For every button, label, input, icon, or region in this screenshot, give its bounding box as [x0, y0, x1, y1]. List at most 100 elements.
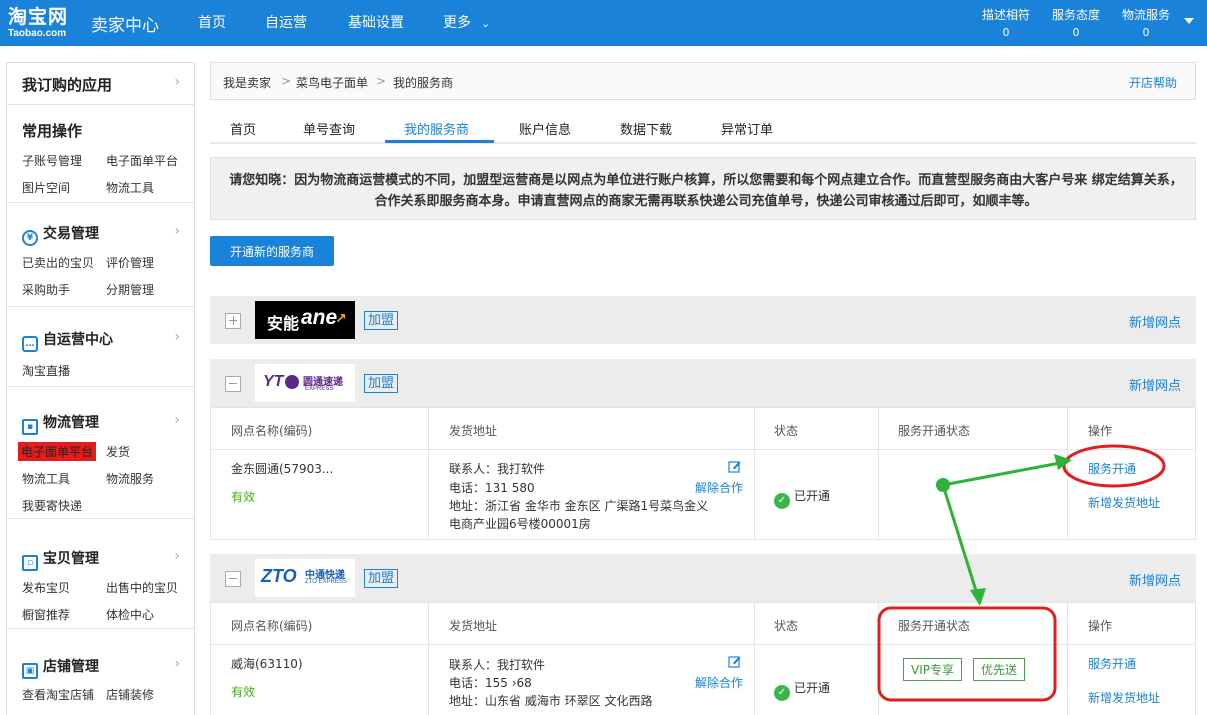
row-divider: [211, 449, 1195, 450]
collapse-icon[interactable]: [225, 571, 241, 587]
yto-logo-en: YT: [263, 373, 284, 390]
sidebar-item-send-express[interactable]: 我要寄快递: [22, 497, 82, 514]
service-open-link[interactable]: 服务开通: [1088, 460, 1136, 477]
tab-account-info[interactable]: 账户信息: [519, 119, 571, 138]
sidebar-item-reviews[interactable]: 评价管理: [106, 254, 154, 271]
breadcrumb-waybill[interactable]: 菜鸟电子面单: [296, 74, 368, 91]
expand-icon[interactable]: [225, 313, 241, 329]
collapse-icon[interactable]: [225, 376, 241, 392]
sidebar-item-showcase[interactable]: 橱窗推荐: [22, 606, 70, 623]
rating-description[interactable]: 描述相符 0: [971, 6, 1041, 39]
nav-basic-settings[interactable]: 基础设置: [348, 12, 404, 32]
tab-bar: 首页 单号查询 我的服务商 账户信息 数据下载 异常订单: [210, 112, 1196, 144]
add-ship-address-link[interactable]: 新增发货地址: [1088, 689, 1160, 706]
sidebar-goods-header[interactable]: ▫ 宝贝管理: [22, 548, 99, 571]
sidebar-item-purchase[interactable]: 采购助手: [22, 281, 70, 298]
sidebar-selfop: … 自运营中心 › 淘宝直播: [7, 307, 194, 387]
sidebar-item-decorate[interactable]: 店铺装修: [106, 686, 154, 703]
terminate-cooperation-link[interactable]: 解除合作: [695, 479, 743, 496]
sidebar-item-logistics-tools-2[interactable]: 物流工具: [22, 470, 70, 487]
sidebar-item-logistics-service[interactable]: 物流服务: [106, 470, 154, 487]
outlet-valid-status: 有效: [231, 685, 256, 699]
breadcrumb-current: 我的服务商: [393, 76, 454, 90]
taobao-logo[interactable]: 淘宝网 Taobao.com: [8, 6, 84, 40]
sidebar-shop: ▣ 店铺管理 › 查看淘宝店铺 店铺装修: [7, 629, 194, 715]
ship-address-line2: 电商产业园6号楼00001房: [449, 517, 591, 531]
sidebar-item-ship[interactable]: 发货: [106, 443, 130, 460]
open-new-provider-button[interactable]: 开通新的服务商: [210, 236, 334, 266]
contact-person: 联系人：我打软件: [449, 658, 546, 672]
sidebar-item-on-sale[interactable]: 出售中的宝贝: [106, 579, 178, 596]
sidebar-item-logistics-tools[interactable]: 物流工具: [106, 179, 154, 196]
sidebar-item-waybill-platform[interactable]: 电子面单平台: [106, 152, 178, 169]
franchise-badge[interactable]: 加盟: [364, 311, 399, 330]
tab-my-providers[interactable]: 我的服务商: [404, 119, 469, 138]
tab-abnormal-orders[interactable]: 异常订单: [721, 119, 773, 138]
nav-more-label: 更多: [443, 15, 471, 31]
chevron-right-icon: ›: [174, 74, 180, 90]
seller-center-title[interactable]: 卖家中心: [91, 11, 159, 36]
status-cell: ✓ 已开通: [774, 679, 830, 701]
sidebar-item-installment[interactable]: 分期管理: [106, 281, 154, 298]
col-service-status: 服务开通状态: [898, 424, 971, 438]
nav-more[interactable]: 更多 ⌄: [443, 12, 490, 32]
provider-header-zto: ZTO 中通快递 ZTO EXPRESS 加盟 新增网点: [210, 554, 1196, 602]
sidebar-subscribed[interactable]: 我订购的应用 ›: [7, 63, 194, 105]
service-open-link[interactable]: 服务开通: [1088, 655, 1136, 672]
sidebar-item-image-space[interactable]: 图片空间: [22, 179, 70, 196]
sidebar-selfop-header[interactable]: … 自运营中心: [22, 329, 113, 352]
add-outlet-link[interactable]: 新增网点: [1129, 312, 1181, 331]
add-outlet-link[interactable]: 新增网点: [1129, 570, 1181, 589]
ship-address-line1: 地址：山东省 威海市 环翠区 文化西路: [449, 694, 653, 708]
rating-logistics[interactable]: 物流服务 0: [1111, 6, 1181, 39]
ship-address-line1: 地址：浙江省 金华市 金东区 广渠路1号菜鸟金义: [449, 499, 709, 513]
arrow-icon: ↗: [335, 311, 347, 327]
breadcrumb-seller[interactable]: 我是卖家: [223, 74, 271, 91]
sidebar-item-health-check[interactable]: 体检中心: [106, 606, 154, 623]
sidebar-item-view-shop[interactable]: 查看淘宝店铺: [22, 686, 94, 703]
yto-logo: YT 圆通速递 EXPRESS: [255, 364, 355, 402]
col-service-status: 服务开通状态: [898, 619, 971, 633]
tab-home[interactable]: 首页: [230, 119, 256, 138]
sidebar-trade-header[interactable]: ¥ 交易管理: [22, 223, 99, 246]
edit-icon[interactable]: [728, 460, 741, 473]
rating-value: 0: [1142, 26, 1150, 39]
chevron-right-icon: ›: [174, 329, 180, 345]
tab-number-query[interactable]: 单号查询: [303, 119, 355, 138]
col-status: 状态: [774, 424, 799, 438]
yen-icon: ¥: [22, 230, 38, 246]
caret-down-icon[interactable]: [1184, 18, 1194, 24]
zto-logo-en: ZTO: [261, 566, 297, 586]
priority-tag[interactable]: 优先送: [973, 658, 1026, 681]
help-link[interactable]: 开店帮助: [1129, 74, 1177, 91]
terminate-cooperation-link[interactable]: 解除合作: [695, 674, 743, 691]
franchise-badge[interactable]: 加盟: [364, 569, 399, 588]
status-cell: ✓ 已开通: [774, 487, 830, 509]
sidebar-item-subaccount[interactable]: 子账号管理: [22, 152, 82, 169]
provider-header-ane: 安能 ane ↗ 加盟 新增网点: [210, 296, 1196, 344]
sidebar-item-live[interactable]: 淘宝直播: [22, 362, 70, 379]
column-divider: [754, 408, 755, 539]
outlet-valid-status: 有效: [231, 490, 256, 504]
col-outlet-name: 网点名称(编码): [231, 619, 313, 633]
sidebar-item-waybill-platform-active[interactable]: 电子面单平台: [18, 442, 97, 461]
contact-person: 联系人：我打软件: [449, 462, 546, 476]
active-tab-indicator: [385, 140, 494, 143]
top-bar: 淘宝网 Taobao.com 卖家中心 首页 自运营 基础设置 更多 ⌄ 描述相符…: [0, 0, 1207, 46]
vip-tag[interactable]: VIP专享: [903, 658, 962, 681]
franchise-badge[interactable]: 加盟: [364, 374, 399, 393]
sidebar-common: 常用操作 子账号管理 电子面单平台 图片空间 物流工具: [7, 105, 194, 203]
nav-home[interactable]: 首页: [198, 12, 226, 32]
sidebar-logistics-header[interactable]: ▪ 物流管理: [22, 412, 99, 435]
sidebar-item-publish[interactable]: 发布宝贝: [22, 579, 70, 596]
nav-self-operation[interactable]: 自运营: [265, 12, 307, 32]
sidebar-item-sold[interactable]: 已卖出的宝贝: [22, 254, 94, 271]
tab-data-download[interactable]: 数据下载: [620, 119, 672, 138]
sidebar-shop-title: 店铺管理: [43, 659, 99, 675]
edit-icon[interactable]: [728, 655, 741, 668]
add-outlet-link[interactable]: 新增网点: [1129, 375, 1181, 394]
rating-service[interactable]: 服务态度 0: [1041, 6, 1111, 39]
contact-phone: 电话：155 ›68: [449, 676, 532, 690]
sidebar-shop-header[interactable]: ▣ 店铺管理: [22, 656, 99, 679]
add-ship-address-link[interactable]: 新增发货地址: [1088, 494, 1160, 511]
